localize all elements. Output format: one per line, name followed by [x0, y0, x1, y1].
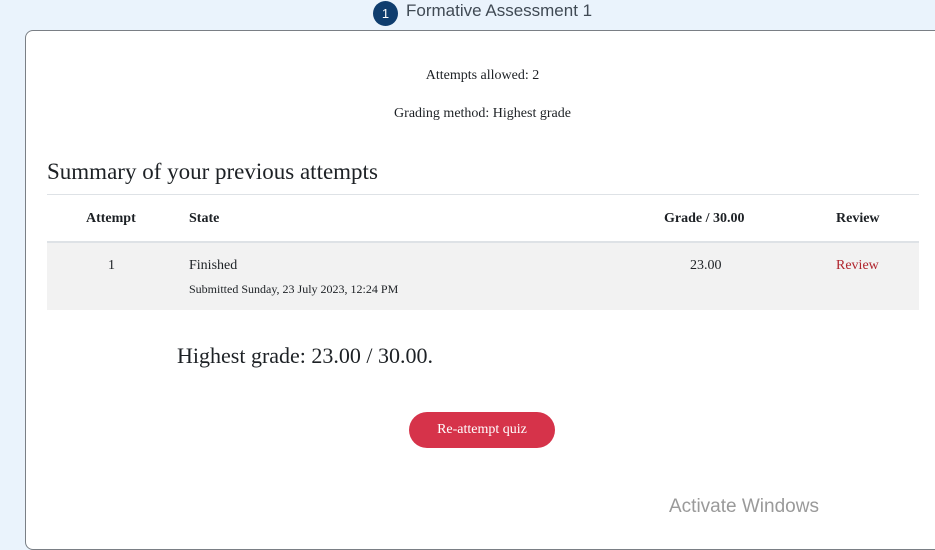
attempt-number: 1: [108, 258, 115, 273]
column-header-grade: Grade / 30.00: [664, 211, 745, 226]
attempts-table-header: Attempt State Grade / 30.00 Review: [47, 195, 919, 243]
attempt-submitted-time: Submitted Sunday, 23 July 2023, 12:24 PM: [189, 282, 399, 296]
summary-heading: Summary of your previous attempts: [47, 159, 378, 184]
column-header-attempt: Attempt: [86, 211, 136, 226]
attempt-grade: 23.00: [690, 258, 722, 273]
step-header: 1 Formative Assessment 1: [373, 0, 592, 26]
step-number-badge: 1: [373, 0, 398, 26]
column-header-state: State: [189, 211, 220, 226]
step-title: Formative Assessment 1: [406, 1, 593, 20]
column-header-review: Review: [836, 211, 880, 226]
table-row: 1 Finished Submitted Sunday, 23 July 202…: [47, 243, 919, 310]
grading-method-text: Grading method: Highest grade: [394, 106, 571, 121]
quiz-summary-card: Attempts allowed: 2 Grading method: High…: [25, 30, 935, 550]
review-link[interactable]: Review: [836, 258, 879, 274]
attempts-allowed-text: Attempts allowed: 2: [425, 68, 540, 83]
highest-grade-text: Highest grade: 23.00 / 30.00.: [177, 343, 434, 368]
activate-windows-watermark: Activate Windows: [669, 496, 819, 517]
reattempt-quiz-button[interactable]: Re-attempt quiz: [409, 412, 555, 448]
attempt-state: Finished: [189, 258, 238, 273]
